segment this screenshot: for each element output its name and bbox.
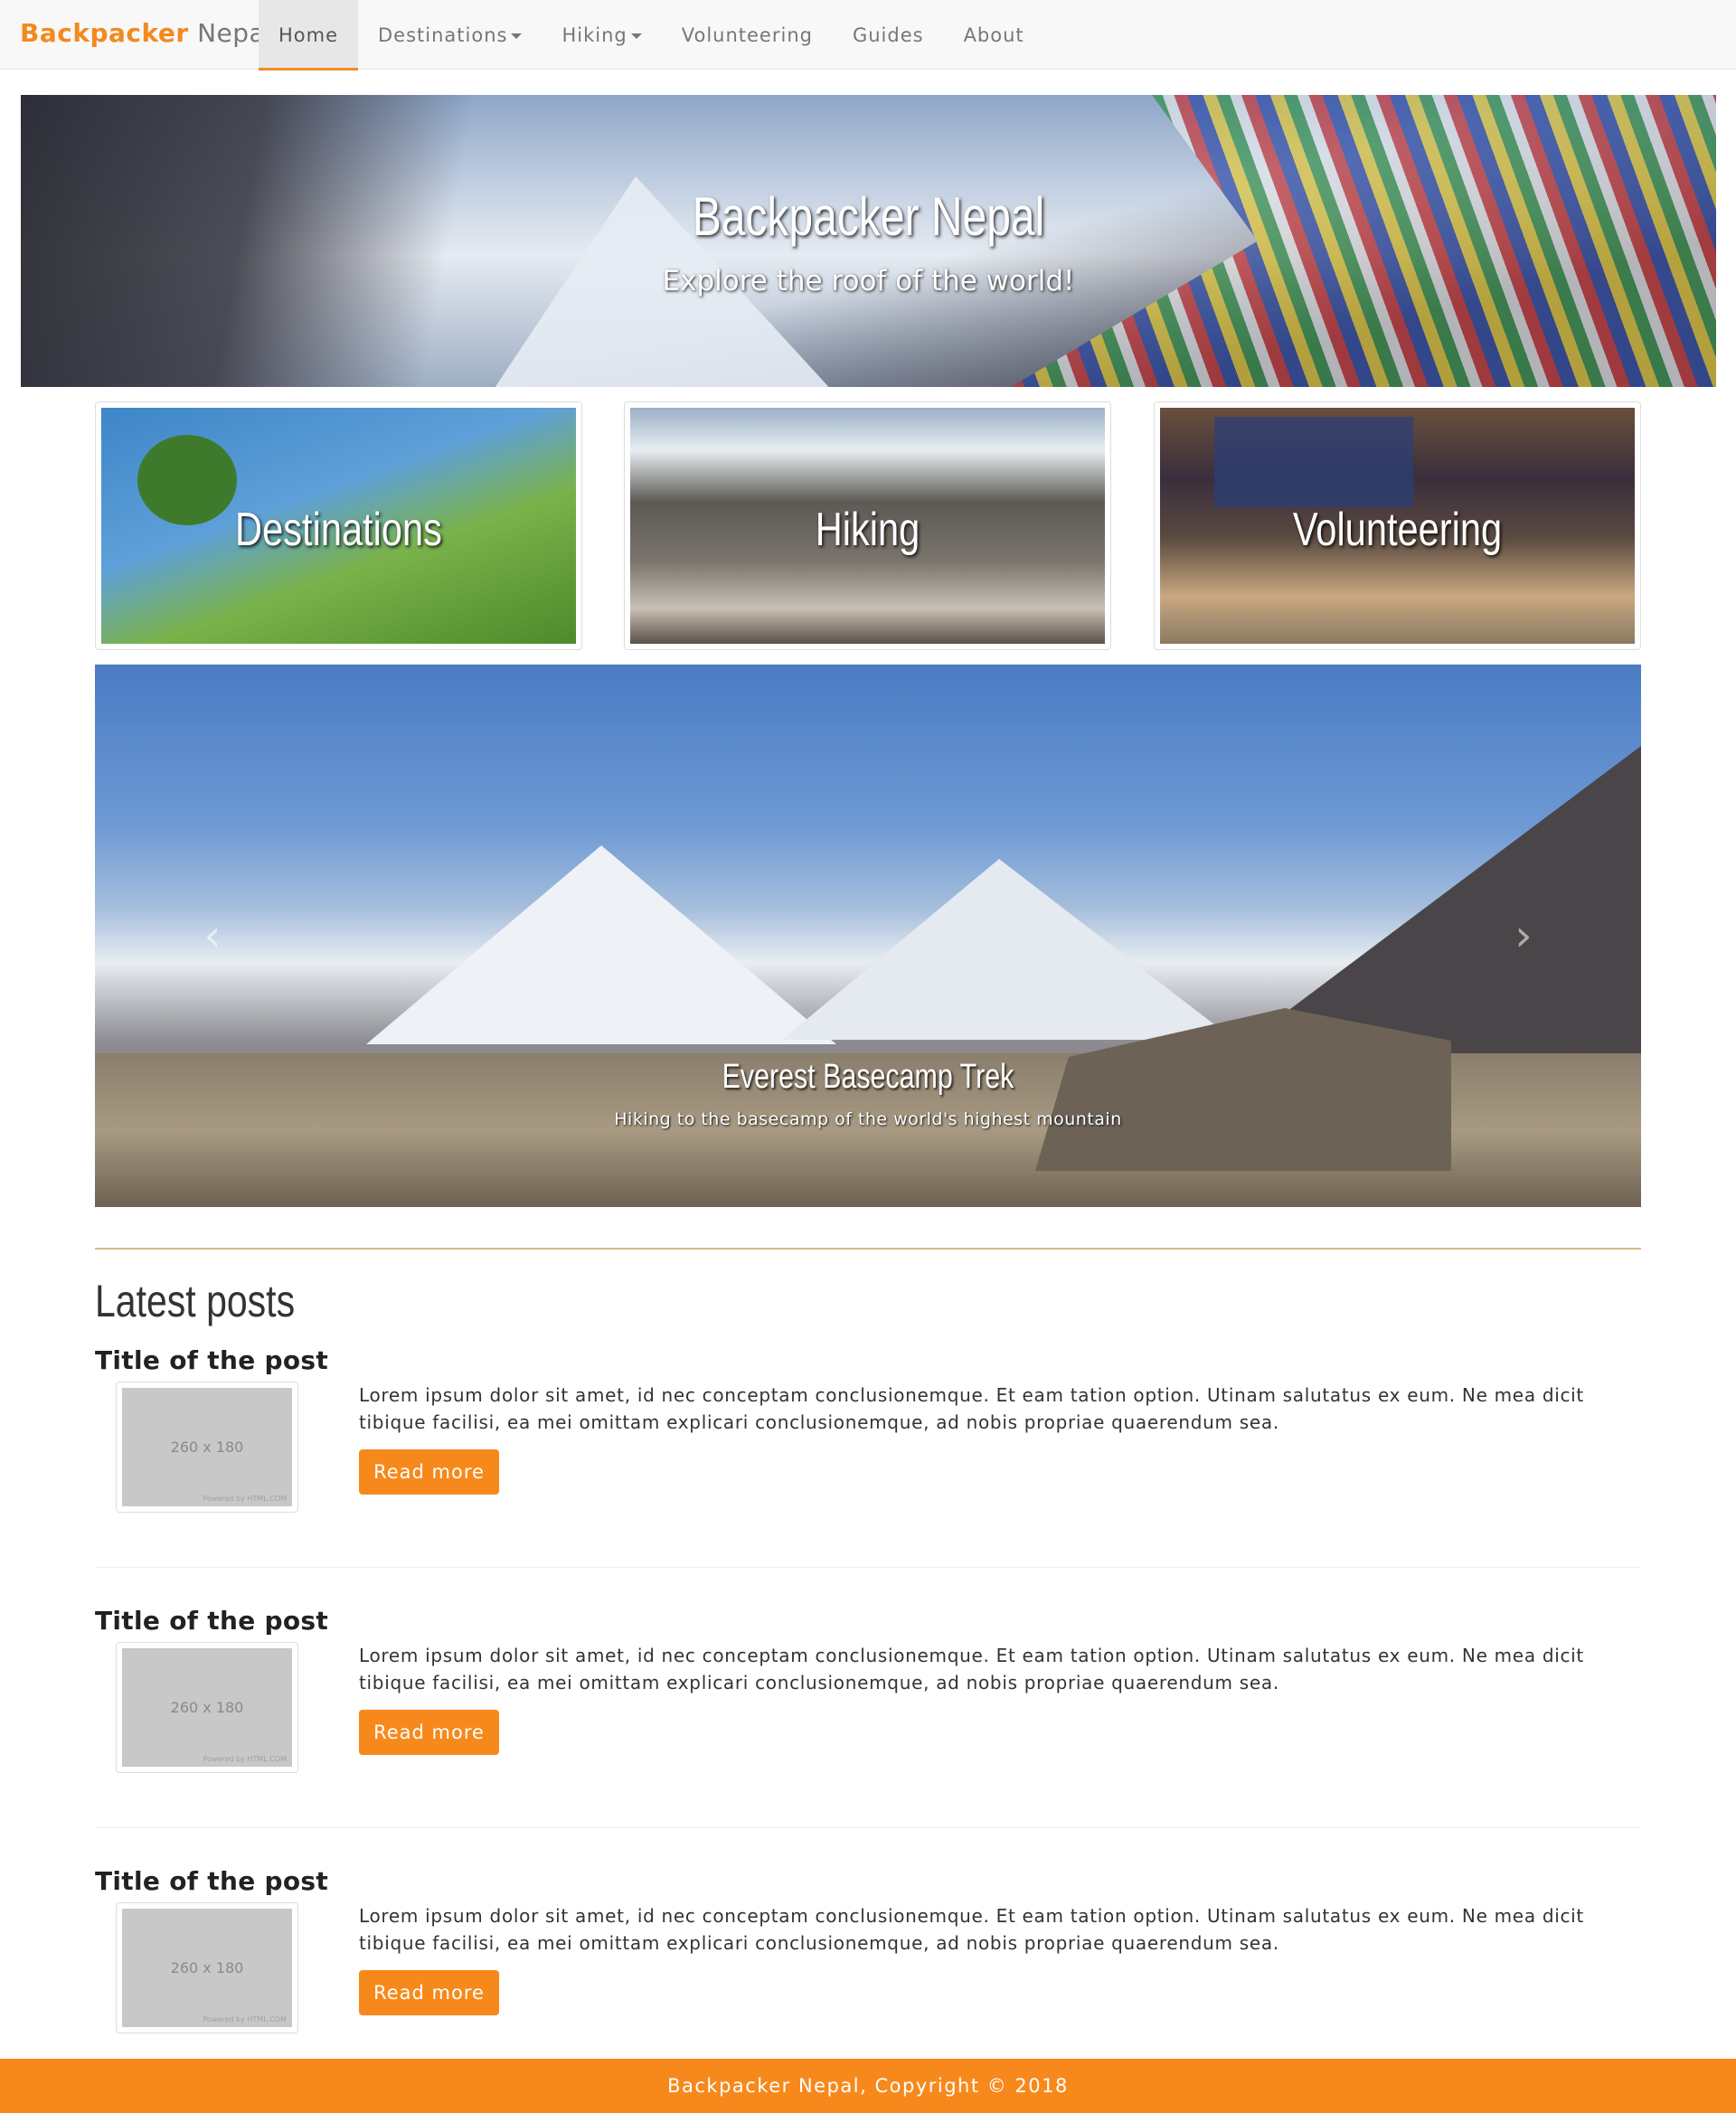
carousel-caption-title: Everest Basecamp Trek bbox=[722, 1058, 1014, 1096]
placeholder-image: 260 x 180 Powered by HTML.COM bbox=[122, 1648, 292, 1767]
navbar: Backpacker Nepal Home Destinations Hikin… bbox=[0, 0, 1736, 71]
nav-item-label: About bbox=[963, 24, 1024, 46]
nav-item-label: Hiking bbox=[561, 24, 627, 46]
placeholder-size: 260 x 180 bbox=[170, 1959, 244, 1976]
footer-copyright: Backpacker Nepal, Copyright © 2018 bbox=[667, 2075, 1069, 2097]
thumbnail-volunteering[interactable]: Volunteering bbox=[1154, 401, 1641, 650]
hero-title: Backpacker Nepal bbox=[692, 186, 1045, 247]
placeholder-credit: Powered by HTML.COM bbox=[203, 1755, 288, 1763]
latest-posts-heading: Latest posts bbox=[95, 1276, 296, 1326]
placeholder-image: 260 x 180 Powered by HTML.COM bbox=[122, 1909, 292, 2027]
chevron-right-icon[interactable]: › bbox=[1505, 913, 1542, 958]
nav-item-label: Volunteering bbox=[681, 24, 813, 46]
thumbnail-destinations[interactable]: Destinations bbox=[95, 401, 582, 650]
post-excerpt: Lorem ipsum dolor sit amet, id nec conce… bbox=[359, 1905, 1584, 1954]
post-thumbnail[interactable]: 260 x 180 Powered by HTML.COM bbox=[116, 1382, 298, 1513]
post-thumbnail[interactable]: 260 x 180 Powered by HTML.COM bbox=[116, 1902, 298, 2033]
nav-item-hiking[interactable]: Hiking bbox=[542, 0, 661, 70]
read-more-button[interactable]: Read more bbox=[359, 1449, 499, 1495]
thumbnail-hiking[interactable]: Hiking bbox=[624, 401, 1111, 650]
carousel-caption-subtitle: Hiking to the basecamp of the world's hi… bbox=[614, 1109, 1122, 1129]
caret-down-icon bbox=[511, 33, 523, 39]
post-excerpt: Lorem ipsum dolor sit amet, id nec conce… bbox=[359, 1645, 1584, 1693]
nav-item-about[interactable]: About bbox=[944, 0, 1044, 70]
hero-subtitle: Explore the roof of the world! bbox=[662, 265, 1075, 297]
thumbnail-label: Hiking bbox=[815, 504, 920, 556]
thumbnail-image: Volunteering bbox=[1160, 408, 1635, 644]
brand-accent: Backpacker bbox=[20, 18, 189, 48]
carousel: ‹ › Everest Basecamp Trek Hiking to the … bbox=[95, 665, 1641, 1207]
section-divider bbox=[95, 1248, 1641, 1250]
nav-item-destinations[interactable]: Destinations bbox=[358, 0, 542, 70]
hero-banner: Backpacker Nepal Explore the roof of the… bbox=[21, 95, 1716, 387]
placeholder-size: 260 x 180 bbox=[170, 1699, 244, 1716]
main-nav: Home Destinations Hiking Volunteering Gu… bbox=[259, 0, 1044, 71]
brand-logo[interactable]: Backpacker Nepal bbox=[20, 18, 272, 48]
post-title[interactable]: Title of the post bbox=[95, 1866, 328, 1896]
thumbnail-image: Hiking bbox=[630, 408, 1105, 644]
post-thumbnail[interactable]: 260 x 180 Powered by HTML.COM bbox=[116, 1642, 298, 1773]
post-separator bbox=[95, 1827, 1641, 1828]
post-title[interactable]: Title of the post bbox=[95, 1606, 328, 1636]
placeholder-credit: Powered by HTML.COM bbox=[203, 2015, 288, 2023]
thumbnail-image: Destinations bbox=[101, 408, 576, 644]
post-item: Title of the post 260 x 180 Powered by H… bbox=[95, 1606, 1641, 1832]
caret-down-icon bbox=[630, 33, 642, 39]
thumbnail-label: Volunteering bbox=[1292, 504, 1503, 556]
placeholder-credit: Powered by HTML.COM bbox=[203, 1495, 288, 1503]
post-excerpt: Lorem ipsum dolor sit amet, id nec conce… bbox=[359, 1384, 1584, 1433]
nav-item-volunteering[interactable]: Volunteering bbox=[662, 0, 833, 70]
read-more-button[interactable]: Read more bbox=[359, 1710, 499, 1755]
footer: Backpacker Nepal, Copyright © 2018 bbox=[0, 2059, 1736, 2113]
nav-item-guides[interactable]: Guides bbox=[833, 0, 944, 70]
thumbnail-label: Destinations bbox=[235, 504, 442, 556]
chevron-left-icon[interactable]: ‹ bbox=[194, 913, 231, 958]
post-separator bbox=[95, 1567, 1641, 1568]
nav-item-home[interactable]: Home bbox=[259, 0, 359, 71]
placeholder-size: 260 x 180 bbox=[170, 1439, 244, 1456]
read-more-button[interactable]: Read more bbox=[359, 1970, 499, 2015]
carousel-mountain bbox=[366, 845, 836, 1044]
nav-item-label: Destinations bbox=[378, 24, 508, 46]
nav-item-label: Guides bbox=[852, 24, 924, 46]
placeholder-image: 260 x 180 Powered by HTML.COM bbox=[122, 1388, 292, 1506]
post-item: Title of the post 260 x 180 Powered by H… bbox=[95, 1345, 1641, 1571]
nav-item-label: Home bbox=[278, 24, 339, 46]
post-title[interactable]: Title of the post bbox=[95, 1345, 328, 1375]
